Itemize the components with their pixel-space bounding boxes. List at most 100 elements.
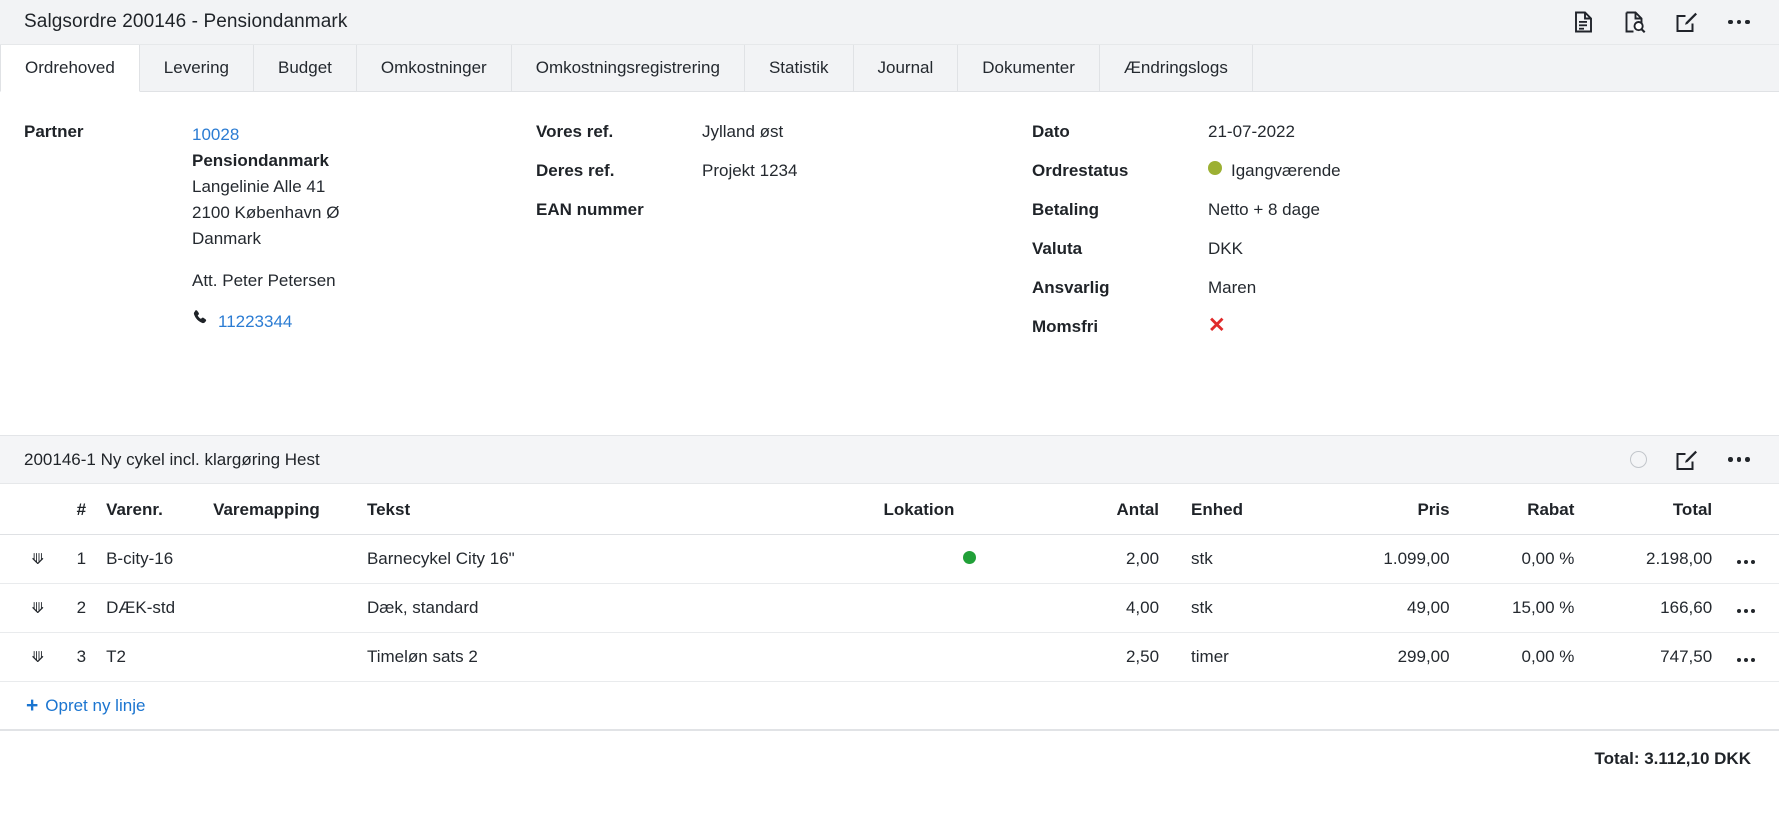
more-dots [1728,20,1750,25]
edit-icon[interactable] [1675,10,1699,34]
col-tekst: Tekst [367,484,884,535]
window-title-bar: Salgsordre 200146 - Pensiondanmark [0,0,1779,45]
row-more-button[interactable] [1712,633,1779,682]
tab-budget[interactable]: Budget [254,45,357,91]
partner-column: Partner 10028 Pensiondanmark Langelinie … [0,122,520,356]
row-more-button[interactable] [1712,535,1779,584]
ordrestatus-value: Igangværende [1231,161,1341,180]
header-columns: Partner 10028 Pensiondanmark Langelinie … [0,92,1779,356]
add-line-row: +Opret ny linje [0,682,1779,729]
partner-address-line-2: 2100 København Ø [192,200,339,226]
line-card-action-group [1630,448,1757,472]
tab-bar: Ordrehoved Levering Budget Omkostninger … [0,45,1779,92]
col-total: Total [1574,484,1712,535]
document-search-icon[interactable] [1623,10,1647,34]
col-varemapping: Varemapping [213,484,367,535]
partner-country: Danmark [192,226,339,252]
window-action-group [1571,10,1757,34]
table-row[interactable]: ⟱ 3 T2 Timeløn sats 2 2,50 timer 299,00 … [0,633,1779,682]
deres-ref-label: Deres ref. [520,161,702,181]
table-row[interactable]: ⟱ 2 DÆK-std Dæk, standard 4,00 stk 49,00… [0,584,1779,633]
order-header-panel: Partner 10028 Pensiondanmark Langelinie … [0,92,1779,436]
row-pris: 49,00 [1288,584,1449,633]
col-enhed: Enhed [1159,484,1288,535]
field-betaling: Betaling Netto + 8 dage [1032,200,1779,239]
row-expand-toggle[interactable]: ⟱ [0,535,58,584]
row-enhed: stk [1159,584,1288,633]
row-more-button[interactable] [1712,584,1779,633]
valuta-value: DKK [1208,239,1243,259]
row-expand-toggle[interactable]: ⟱ [0,584,58,633]
more-icon[interactable] [1727,448,1751,472]
row-tekst: Barnecykel City 16" [367,535,884,584]
order-lines-table: # Varenr. Varemapping Tekst Lokation Ant… [0,484,1779,682]
tab-label: Journal [878,58,934,78]
partner-address-line-1: Langelinie Alle 41 [192,174,339,200]
tab-ordrehoved[interactable]: Ordrehoved [0,45,140,92]
tab-omkostningsregistrering[interactable]: Omkostningsregistrering [512,45,745,91]
order-line-card-header: 200146-1 Ny cykel incl. klargøring Hest [0,436,1779,484]
status-badge-dot [1208,161,1222,175]
ordrestatus-value-wrap: Igangværende [1208,161,1341,181]
table-row[interactable]: ⟱ 1 B-city-16 Barnecykel City 16" 2,00 s… [0,535,1779,584]
col-row-actions [1712,484,1779,535]
partner-phone-row: 11223344 [192,309,339,335]
row-total: 166,60 [1574,584,1712,633]
row-varenr: DÆK-std [86,584,213,633]
row-enhed: stk [1159,535,1288,584]
col-pris: Pris [1288,484,1449,535]
valuta-label: Valuta [1032,239,1208,259]
meta-column: Dato 21-07-2022 Ordrestatus Igangværende… [1032,122,1779,356]
row-varemapping [213,584,367,633]
row-num: 3 [58,633,86,682]
tab-label: Statistik [769,58,829,78]
vores-ref-value: Jylland øst [702,122,783,142]
tab-statistik[interactable]: Statistik [745,45,854,91]
tab-omkostninger[interactable]: Omkostninger [357,45,512,91]
col-lokation: Lokation [884,484,1056,535]
tab-aendringslogs[interactable]: Ændringslogs [1100,45,1253,91]
row-varemapping [213,633,367,682]
more-icon[interactable] [1727,10,1751,34]
status-circle-icon[interactable] [1630,451,1647,468]
row-total: 747,50 [1574,633,1712,682]
chevron-down-icon: ⟱ [32,601,45,616]
field-deres-ref: Deres ref. Projekt 1234 [520,161,1032,200]
order-lines-head: # Varenr. Varemapping Tekst Lokation Ant… [0,484,1779,535]
location-status-dot [963,551,976,564]
momsfri-label: Momsfri [1032,317,1208,337]
ansvarlig-label: Ansvarlig [1032,278,1208,298]
tab-label: Omkostningsregistrering [536,58,720,78]
partner-label: Partner [24,122,192,335]
row-num: 2 [58,584,86,633]
field-valuta: Valuta DKK [1032,239,1779,278]
document-icon[interactable] [1571,10,1595,34]
row-antal: 2,50 [1056,633,1159,682]
row-tekst: Dæk, standard [367,584,884,633]
tab-label: Ændringslogs [1124,58,1228,78]
tab-dokumenter[interactable]: Dokumenter [958,45,1100,91]
create-new-line-button[interactable]: +Opret ny linje [26,696,145,716]
edit-icon[interactable] [1675,448,1699,472]
row-tekst: Timeløn sats 2 [367,633,884,682]
more-icon [1737,560,1755,564]
partner-block: Partner 10028 Pensiondanmark Langelinie … [24,122,520,335]
partner-attention: Att. Peter Petersen [192,268,339,294]
tab-label: Levering [164,58,229,78]
tab-label: Omkostninger [381,58,487,78]
row-enhed: timer [1159,633,1288,682]
tab-levering[interactable]: Levering [140,45,254,91]
tab-journal[interactable]: Journal [854,45,959,91]
col-varenr: Varenr. [86,484,213,535]
row-lokation [884,584,1056,633]
partner-number-link[interactable]: 10028 [192,122,339,148]
ean-nummer-label: EAN nummer [520,200,702,220]
row-expand-toggle[interactable]: ⟱ [0,633,58,682]
betaling-value: Netto + 8 dage [1208,200,1320,220]
momsfri-cross-icon: ✕ [1208,317,1226,334]
row-antal: 4,00 [1056,584,1159,633]
order-total-value: Total: 3.112,10 DKK [1594,749,1751,768]
order-lines-body: ⟱ 1 B-city-16 Barnecykel City 16" 2,00 s… [0,535,1779,682]
row-varemapping [213,535,367,584]
partner-phone-number[interactable]: 11223344 [218,309,292,335]
